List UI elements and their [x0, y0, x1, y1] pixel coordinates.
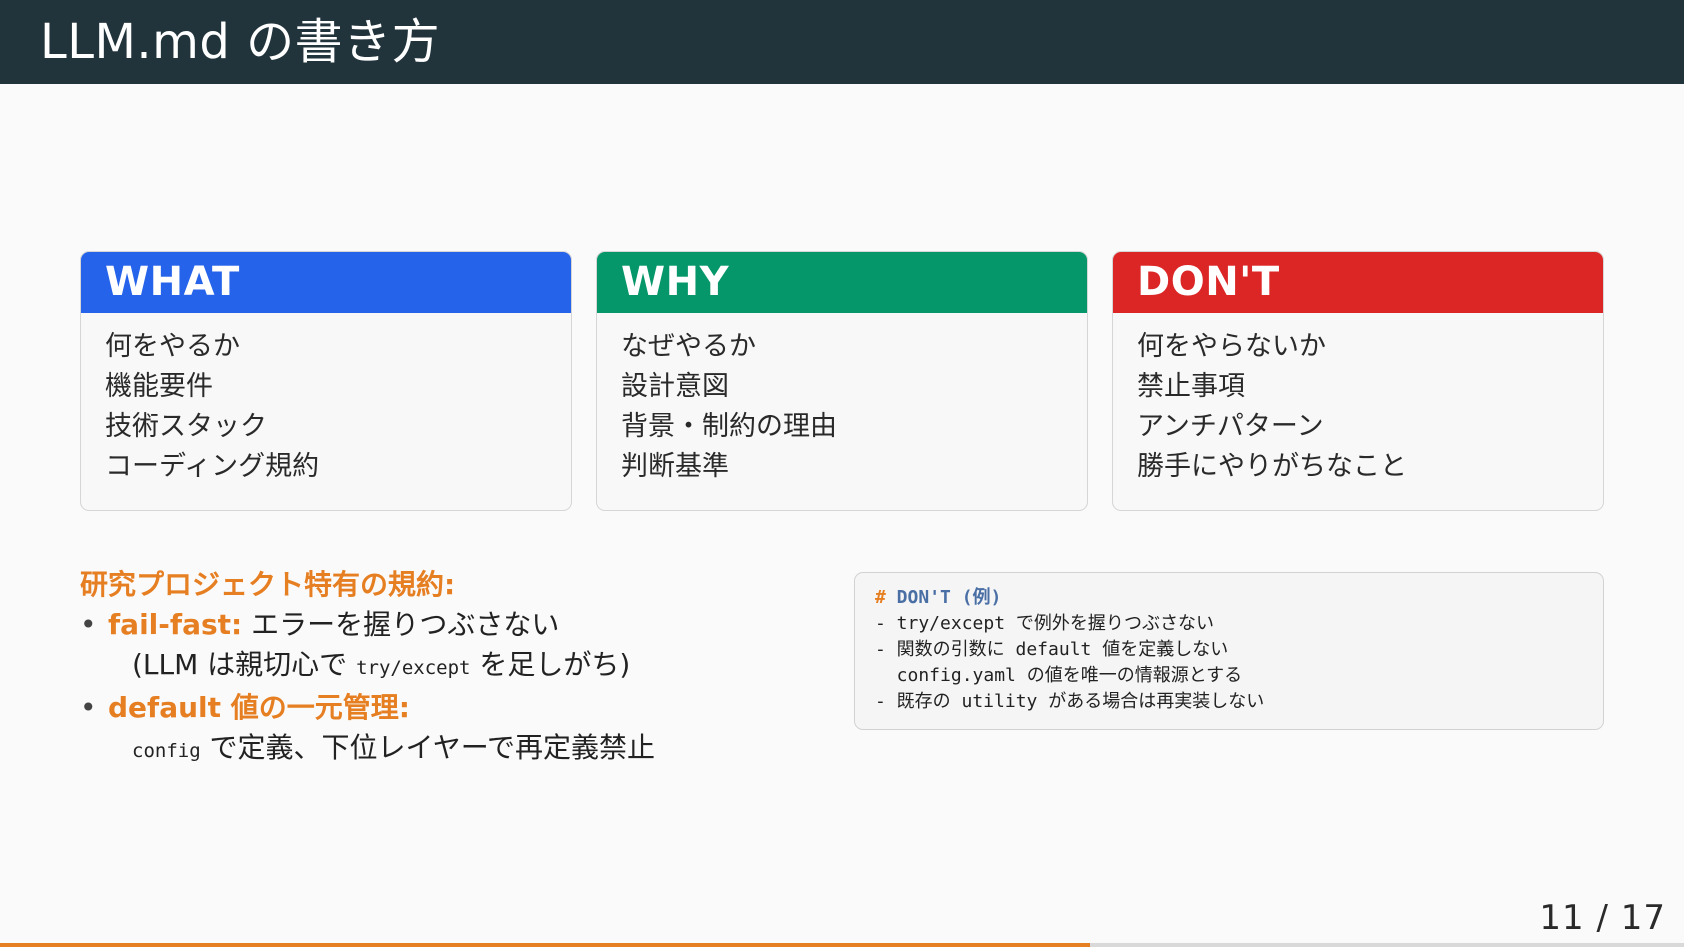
page-number: 11 / 17 [1539, 898, 1666, 938]
rule-keyword: fail-fast: [108, 608, 243, 641]
rule-default-values: • default 値の一元管理: [80, 688, 840, 728]
bullet-icon: • [80, 691, 97, 724]
list-item: 背景・制約の理由 [621, 411, 837, 442]
progress-bar-fill [0, 943, 1090, 947]
list-item: コーディング規約 [105, 451, 320, 482]
note-text: (LLM は親切心で [132, 648, 357, 681]
rule-text: エラーを握りつぶさない [242, 608, 560, 641]
code-line: - 既存の utility がある場合は再実装しない [875, 691, 1265, 712]
card-why-title: WHY [597, 252, 1087, 313]
code-header-text: DON'T (例) [885, 587, 1002, 608]
card-dont-list: 何をやらないか 禁止事項 アンチパターン 勝手にやりがちなこと [1113, 313, 1603, 487]
rule-keyword: default 値の一元管理: [108, 691, 410, 724]
slide-header: LLM.md の書き方 [0, 0, 1684, 84]
inline-code: try/except [356, 657, 471, 679]
code-line: config.yaml の値を唯一の情報源とする [875, 665, 1243, 686]
list-item: 判断基準 [621, 451, 729, 482]
note-text: で定義、下位レイヤーで再定義禁止 [200, 731, 656, 764]
inline-code: config [132, 740, 201, 762]
list-item: 設計意図 [621, 371, 729, 402]
card-what-title: WHAT [81, 252, 571, 313]
rule-default-values-note: config で定義、下位レイヤーで再定義禁止 [80, 728, 840, 771]
list-item: アンチパターン [1137, 411, 1324, 442]
list-item: 技術スタック [105, 411, 267, 442]
list-item: 禁止事項 [1137, 371, 1245, 402]
card-why: WHY なぜやるか 設計意図 背景・制約の理由 判断基準 [596, 251, 1088, 511]
rule-fail-fast: • fail-fast: エラーを握りつぶさない [80, 605, 840, 645]
progress-bar [0, 943, 1684, 947]
card-dont-title: DON'T [1113, 252, 1603, 313]
card-why-list: なぜやるか 設計意図 背景・制約の理由 判断基準 [597, 313, 1087, 487]
rules-heading: 研究プロジェクト特有の規約: [80, 568, 456, 601]
card-what-list: 何をやるか 機能要件 技術スタック コーディング規約 [81, 313, 571, 487]
list-item: 何をやらないか [1137, 331, 1326, 362]
bullet-icon: • [80, 608, 97, 641]
list-item: 勝手にやりがちなこと [1137, 451, 1407, 482]
code-line: - try/except で例外を握りつぶさない [875, 613, 1215, 634]
note-text: を足しがち) [470, 648, 631, 681]
slide-title: LLM.md の書き方 [40, 14, 441, 70]
code-line: - 関数の引数に default 値を定義しない [875, 639, 1229, 660]
list-item: 何をやるか [105, 331, 240, 362]
code-header: # DON'T (例) [875, 585, 1603, 611]
card-dont: DON'T 何をやらないか 禁止事項 アンチパターン 勝手にやりがちなこと [1112, 251, 1604, 511]
code-block: # DON'T (例) - try/except で例外を握りつぶさない - 関… [854, 572, 1604, 730]
project-rules: 研究プロジェクト特有の規約: • fail-fast: エラーを握りつぶさない (… [80, 565, 840, 771]
list-item: なぜやるか [621, 331, 756, 362]
list-item: 機能要件 [105, 371, 213, 402]
rule-fail-fast-note: (LLM は親切心で try/except を足しがち) [80, 645, 840, 688]
card-what: WHAT 何をやるか 機能要件 技術スタック コーディング規約 [80, 251, 572, 511]
code-hash: # [875, 587, 886, 608]
